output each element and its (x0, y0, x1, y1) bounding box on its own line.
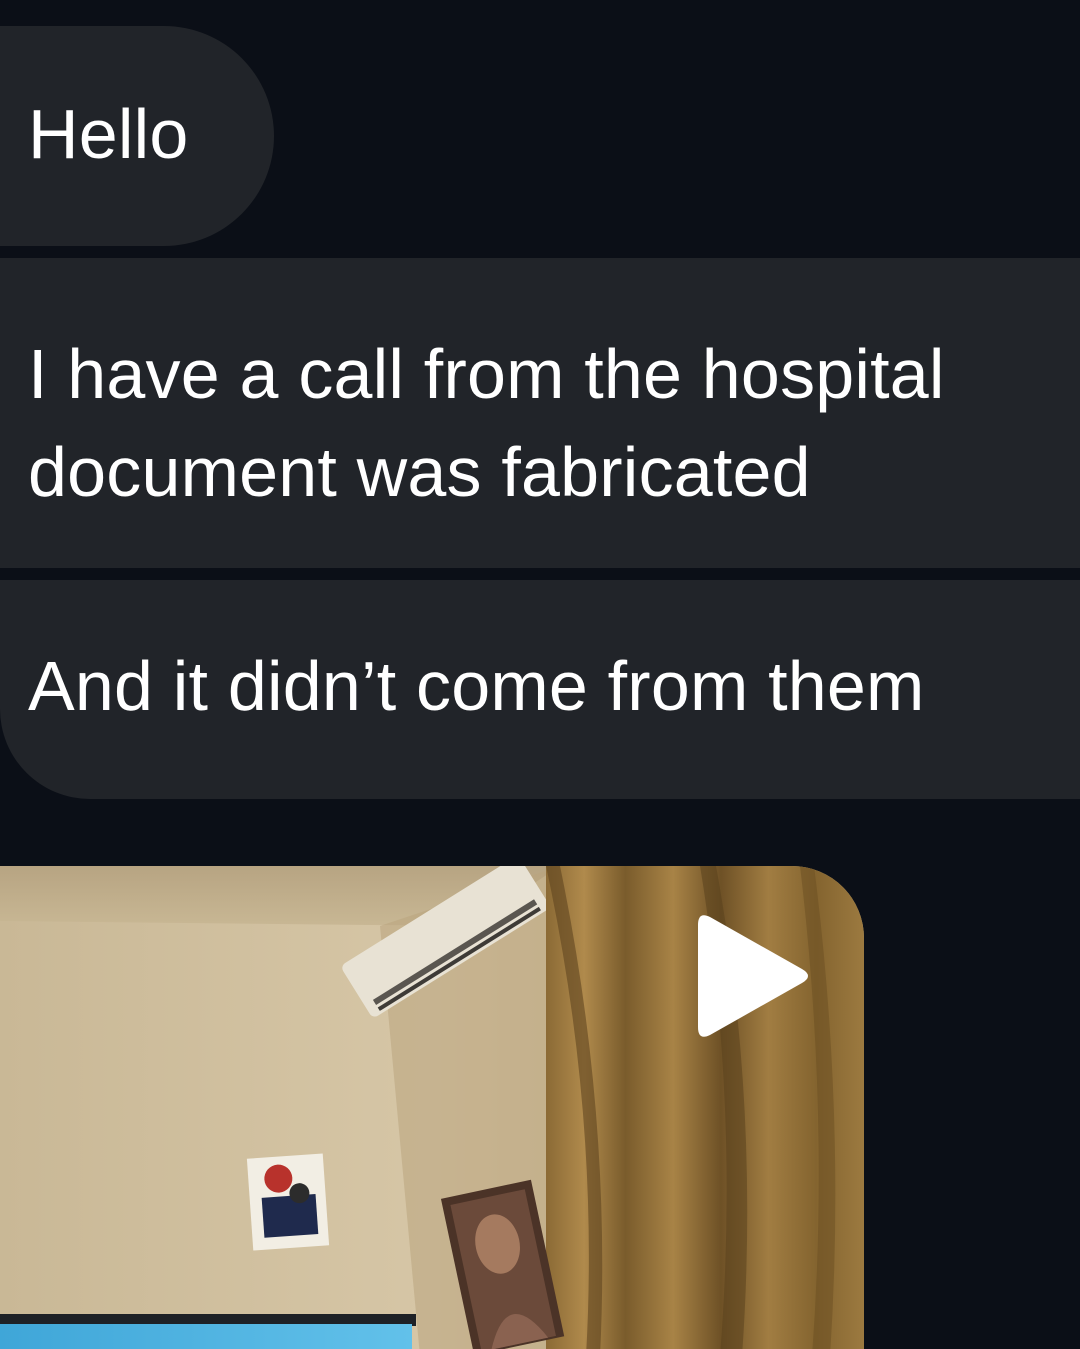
message-bubble[interactable]: I have a call from the hospital document… (0, 258, 1080, 568)
message-text: document was fabricated (28, 433, 811, 511)
chat-thread: Hello I have a call from the hospital do… (0, 0, 1080, 1349)
message-text: And it didn’t come from them (28, 647, 925, 725)
message-text: I have a call from the hospital (28, 335, 945, 413)
message-bubble[interactable]: Hello (0, 26, 274, 246)
play-icon[interactable] (696, 913, 812, 1039)
message-bubble[interactable]: And it didn’t come from them (0, 580, 1080, 799)
message-text: Hello (28, 95, 189, 173)
